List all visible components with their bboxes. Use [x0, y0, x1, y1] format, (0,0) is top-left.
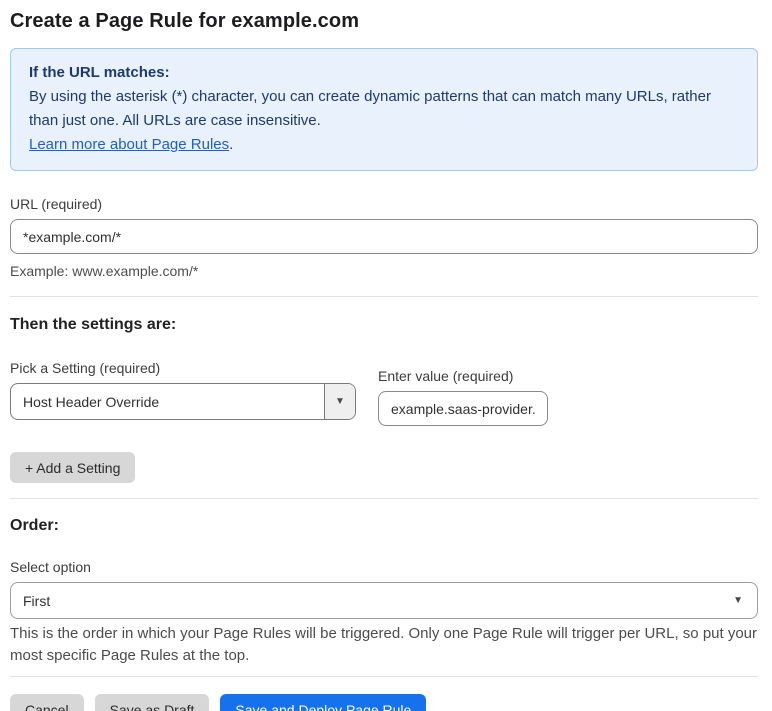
setting-picker-column: Pick a Setting (required) Host Header Ov…: [10, 359, 356, 420]
divider: [10, 676, 758, 677]
setting-value-input[interactable]: [378, 391, 548, 426]
order-select-value: First: [23, 592, 51, 609]
setting-select[interactable]: Host Header Override ▼: [10, 383, 356, 420]
form-actions: Cancel Save as Draft Save and Deploy Pag…: [10, 694, 758, 711]
settings-section-heading: Then the settings are:: [10, 316, 177, 333]
add-setting-button[interactable]: + Add a Setting: [10, 452, 136, 483]
url-match-info-box: If the URL matches: By using the asteris…: [10, 48, 758, 171]
create-page-rule-form: Create a Page Rule for example.com If th…: [0, 8, 772, 711]
info-box-body: By using the asterisk (*) character, you…: [29, 88, 711, 129]
info-box-link-line: Learn more about Page Rules.: [29, 133, 739, 157]
save-deploy-button[interactable]: Save and Deploy Page Rule: [220, 694, 427, 711]
settings-row: Pick a Setting (required) Host Header Ov…: [10, 359, 758, 426]
chevron-down-icon: ▼: [324, 384, 355, 419]
order-select[interactable]: First ▼: [10, 582, 758, 619]
url-example-hint: Example: www.example.com/*: [10, 263, 199, 279]
setting-value-column: Enter value (required): [378, 367, 548, 426]
setting-select-value: Host Header Override: [23, 393, 160, 410]
url-label: URL (required): [10, 196, 103, 212]
enter-value-label: Enter value (required): [378, 368, 514, 384]
link-period: .: [229, 136, 234, 153]
order-help-text: This is the order in which your Page Rul…: [10, 625, 758, 664]
page-title: Create a Page Rule for example.com: [10, 10, 360, 32]
save-draft-button[interactable]: Save as Draft: [94, 694, 210, 711]
learn-more-link[interactable]: Learn more about Page Rules: [29, 136, 229, 153]
order-section-heading: Order:: [10, 517, 59, 534]
chevron-down-icon: ▼: [733, 595, 743, 606]
cancel-button[interactable]: Cancel: [10, 694, 84, 711]
pick-setting-label: Pick a Setting (required): [10, 360, 161, 376]
url-input[interactable]: [10, 219, 758, 254]
order-select-label: Select option: [10, 559, 91, 575]
divider: [10, 498, 758, 499]
divider: [10, 296, 758, 297]
info-box-heading: If the URL matches:: [29, 64, 170, 81]
